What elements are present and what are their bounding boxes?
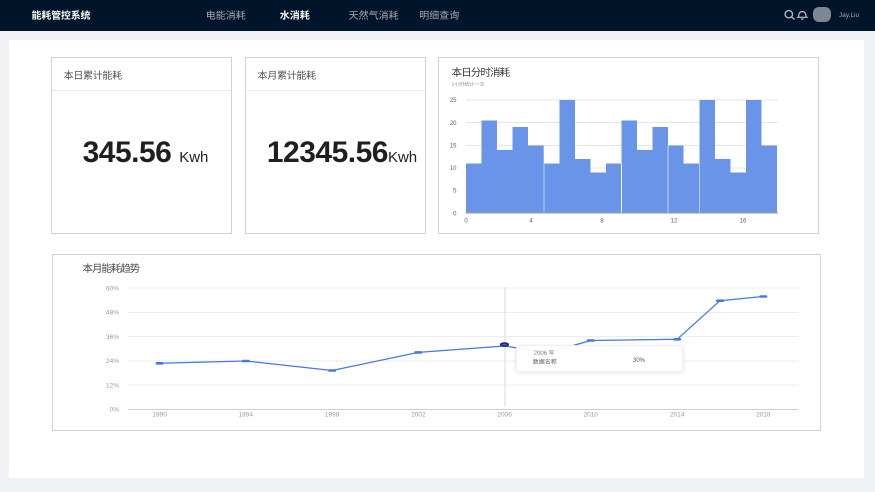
svg-text:16: 16 — [740, 219, 747, 225]
svg-text:48%: 48% — [106, 310, 119, 317]
svg-text:1990: 1990 — [152, 412, 167, 419]
svg-text:20: 20 — [450, 121, 457, 127]
svg-text:12: 12 — [671, 219, 678, 225]
svg-text:24%: 24% — [106, 358, 119, 365]
svg-text:1994: 1994 — [239, 412, 254, 419]
svg-text:2018: 2018 — [756, 412, 771, 419]
svg-text:2014: 2014 — [670, 412, 685, 419]
svg-text:36%: 36% — [106, 334, 119, 341]
svg-text:5: 5 — [453, 189, 457, 195]
svg-text:0: 0 — [453, 211, 457, 217]
svg-text:12%: 12% — [106, 382, 119, 389]
svg-text:8: 8 — [600, 219, 604, 225]
svg-text:2010: 2010 — [584, 412, 599, 419]
svg-text:4: 4 — [529, 219, 533, 225]
svg-text:60%: 60% — [106, 285, 119, 292]
svg-text:15: 15 — [450, 144, 457, 150]
svg-text:0: 0 — [464, 219, 468, 225]
svg-text:10: 10 — [450, 166, 457, 172]
svg-text:2006: 2006 — [497, 412, 512, 419]
svg-text:2002: 2002 — [411, 412, 426, 419]
svg-text:1998: 1998 — [325, 412, 340, 419]
svg-text:0%: 0% — [110, 407, 120, 414]
svg-text:25: 25 — [450, 98, 457, 104]
